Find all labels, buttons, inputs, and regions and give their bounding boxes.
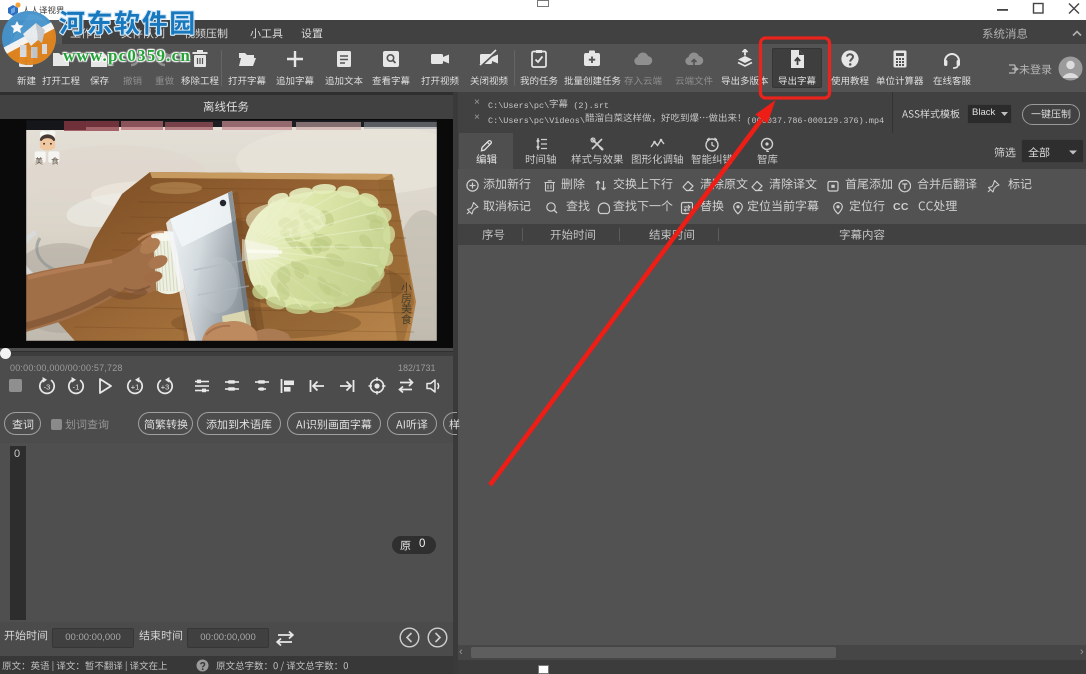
svg-text:+3: +3 — [161, 383, 170, 392]
svg-text:-1: -1 — [73, 383, 80, 392]
svg-text:-3: -3 — [44, 383, 51, 392]
svg-text:+1: +1 — [131, 383, 140, 392]
